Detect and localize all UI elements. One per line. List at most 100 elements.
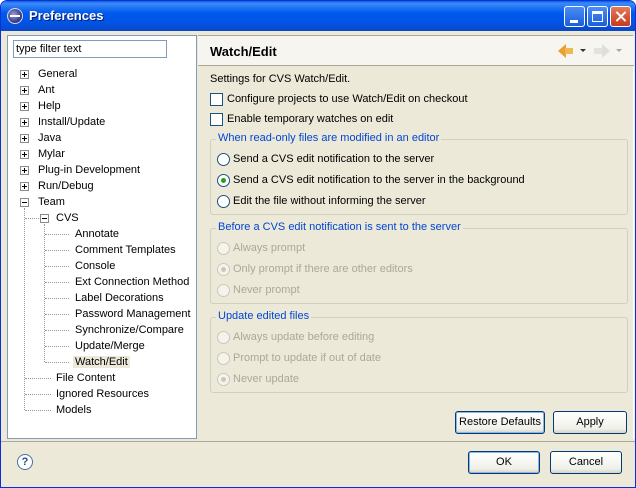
- tree-item-label: Console: [75, 260, 116, 272]
- tree-item[interactable]: Ant: [36, 82, 57, 98]
- expand-icon[interactable]: [20, 118, 29, 127]
- tree-connector: [45, 362, 69, 363]
- tree-connector: [45, 314, 69, 315]
- never-update-radio: Never update: [217, 372, 299, 388]
- eclipse-icon: [7, 8, 23, 24]
- title-bar[interactable]: Preferences: [1, 1, 635, 31]
- apply-button[interactable]: Apply: [553, 411, 627, 434]
- tree-item[interactable]: Annotate: [73, 226, 121, 242]
- page-title: Watch/Edit: [210, 44, 277, 59]
- expand-icon[interactable]: [20, 102, 29, 111]
- tree-item[interactable]: Team: [36, 194, 67, 210]
- tree-item-label: Comment Templates: [75, 244, 176, 256]
- tree-item[interactable]: Run/Debug: [36, 178, 96, 194]
- tree-item-label: Help: [38, 100, 61, 112]
- always-prompt-radio: Always prompt: [217, 241, 305, 257]
- close-button[interactable]: [610, 6, 631, 27]
- tree-connector: [45, 250, 69, 251]
- back-arrow-icon[interactable]: [558, 44, 574, 58]
- tree-item-label: Install/Update: [38, 116, 106, 128]
- expand-icon[interactable]: [20, 150, 29, 159]
- prompt-to-update-radio: Prompt to update if out of date: [217, 351, 381, 367]
- tree-connector: [25, 218, 39, 219]
- tree-item-label: Mylar: [38, 148, 65, 160]
- tree-item-label: Label Decorations: [75, 292, 164, 304]
- radio-button[interactable]: [217, 173, 230, 187]
- tree-item-label: Update/Merge: [75, 340, 145, 352]
- preference-tree-pane: General Ant Help Install/Update Java Mylar Plu…: [7, 35, 197, 439]
- restore-defaults-button[interactable]: Restore Defaults: [455, 411, 545, 434]
- radio-button[interactable]: [217, 194, 230, 208]
- send-edit-notification-radio[interactable]: Send a CVS edit notification to the serv…: [217, 152, 434, 168]
- tree-item[interactable]: Watch/Edit: [73, 354, 130, 370]
- ok-button[interactable]: OK: [468, 451, 540, 474]
- radio-label: Always update before editing: [233, 331, 375, 343]
- tree-item-label: General: [38, 68, 78, 80]
- tree-item[interactable]: Password Management: [73, 306, 193, 322]
- tree-connector: [25, 378, 51, 379]
- expand-icon[interactable]: [20, 86, 29, 95]
- tree-item[interactable]: Ext Connection Method: [73, 274, 191, 290]
- tree-item[interactable]: Update/Merge: [73, 338, 147, 354]
- preferences-window: Preferences General Ant Help Install/Update…: [0, 0, 636, 488]
- tree-connector: [25, 394, 51, 395]
- cancel-button[interactable]: Cancel: [550, 451, 622, 474]
- tree-item[interactable]: Help: [36, 98, 63, 114]
- tree-item[interactable]: Java: [36, 130, 63, 146]
- tree-item-label: Annotate: [75, 228, 120, 240]
- maximize-button[interactable]: [587, 6, 608, 27]
- window-title: Preferences: [29, 8, 104, 23]
- expand-icon[interactable]: [20, 134, 29, 143]
- never-prompt-radio: Never prompt: [217, 283, 300, 299]
- always-update-radio: Always update before editing: [217, 330, 374, 346]
- expand-icon[interactable]: [20, 182, 29, 191]
- send-edit-notification-background-radio[interactable]: Send a CVS edit notification to the serv…: [217, 173, 525, 189]
- tree-item[interactable]: Mylar: [36, 146, 67, 162]
- collapse-icon[interactable]: [40, 214, 49, 223]
- tree-item[interactable]: Plug-in Development: [36, 162, 142, 178]
- radio-button: [217, 241, 230, 255]
- configure-watch-edit-checkbox[interactable]: Configure projects to use Watch/Edit on …: [210, 92, 468, 108]
- tree-item[interactable]: Comment Templates: [73, 242, 178, 258]
- radio-button[interactable]: [217, 152, 230, 166]
- tree-item-label: Password Management: [75, 308, 191, 320]
- radio-button: [217, 330, 230, 344]
- tree-item-label: Java: [38, 132, 62, 144]
- tree-item[interactable]: Synchronize/Compare: [73, 322, 186, 338]
- radio-label: Send a CVS edit notification to the serv…: [233, 153, 435, 165]
- tree-item[interactable]: General: [36, 66, 79, 82]
- tree-item[interactable]: Ignored Resources: [54, 386, 151, 402]
- help-icon[interactable]: ?: [17, 454, 33, 470]
- tree-item-label: Watch/Edit: [73, 356, 130, 368]
- edit-without-informing-radio[interactable]: Edit the file without informing the serv…: [217, 194, 426, 210]
- tree-item[interactable]: CVS: [54, 210, 81, 226]
- tree-item[interactable]: Models: [54, 402, 93, 418]
- tree-item[interactable]: Install/Update: [36, 114, 107, 130]
- expand-icon[interactable]: [20, 166, 29, 175]
- tree-connector: [45, 298, 69, 299]
- tree-item[interactable]: File Content: [54, 370, 117, 386]
- checkbox-box[interactable]: [210, 92, 223, 106]
- checkbox-box[interactable]: [210, 112, 223, 126]
- expand-icon[interactable]: [20, 70, 29, 79]
- update-edited-files-group: Update edited files Always update before…: [210, 310, 628, 393]
- checkbox-label: Configure projects to use Watch/Edit on …: [227, 93, 468, 105]
- checkbox-label: Enable temporary watches on edit: [227, 113, 394, 125]
- tree-connector: [45, 282, 69, 283]
- radio-label: Always prompt: [233, 242, 306, 254]
- read-only-files-group: When read-only files are modified in an …: [210, 132, 628, 215]
- tree-item-label: Team: [38, 196, 65, 208]
- radio-label: Send a CVS edit notification to the serv…: [233, 174, 525, 186]
- radio-label: Prompt to update if out of date: [233, 352, 381, 364]
- tree-item[interactable]: Label Decorations: [73, 290, 166, 306]
- minimize-button[interactable]: [564, 6, 585, 27]
- enable-temporary-watches-checkbox[interactable]: Enable temporary watches on edit: [210, 112, 393, 128]
- tree-item-label: Ignored Resources: [56, 388, 149, 400]
- filter-input[interactable]: [13, 40, 167, 58]
- tree-connector: [45, 346, 69, 347]
- tree-item[interactable]: Console: [73, 258, 117, 274]
- radio-button: [217, 262, 230, 276]
- collapse-icon[interactable]: [20, 198, 29, 207]
- radio-label: Never update: [233, 373, 300, 385]
- back-history-dropdown-icon[interactable]: [580, 49, 586, 52]
